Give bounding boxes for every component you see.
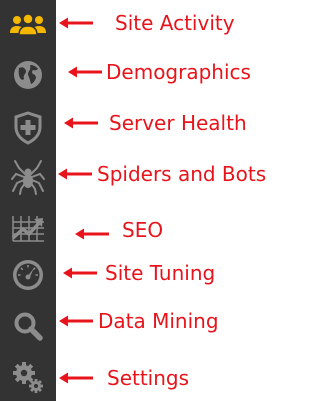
sidebar-item-site-tuning[interactable] <box>0 250 56 300</box>
annotation-label-site-activity: Site Activity <box>115 11 235 35</box>
globe-icon <box>14 61 42 89</box>
annotation-label-settings: Settings <box>107 366 190 390</box>
annotation-arrow-data-mining <box>59 315 93 327</box>
sidebar-item-data-mining[interactable] <box>0 301 56 351</box>
users-icon <box>10 13 46 36</box>
annotation-arrow-demographics <box>68 66 102 78</box>
annotation-label-data-mining: Data Mining <box>98 309 219 333</box>
spider-icon <box>11 160 45 195</box>
annotation-arrow-site-activity <box>59 17 93 29</box>
annotation-label-demographics: Demographics <box>106 60 251 84</box>
sidebar-item-spiders-and-bots[interactable] <box>0 152 56 202</box>
annotation-label-site-tuning: Site Tuning <box>105 261 216 285</box>
sidebar-item-demographics[interactable] <box>0 50 56 100</box>
annotation-label-spiders-and-bots: Spiders and Bots <box>97 162 267 186</box>
sidebar-item-seo[interactable] <box>0 204 56 254</box>
sidebar-nav <box>0 0 56 401</box>
sidebar-item-settings[interactable] <box>0 352 56 402</box>
sidebar-item-site-activity[interactable] <box>0 0 56 50</box>
annotation-label-seo: SEO <box>122 218 164 242</box>
annotation-arrow-seo <box>75 228 109 240</box>
annotation-arrow-server-health <box>64 117 98 129</box>
gears-icon <box>13 362 43 393</box>
speedometer-icon <box>13 260 43 290</box>
search-icon <box>14 312 43 341</box>
annotation-arrow-site-tuning <box>63 267 97 279</box>
shield-plus-icon <box>14 111 42 145</box>
annotation-label-server-health: Server Health <box>109 111 247 135</box>
chart-trend-icon <box>11 216 44 242</box>
sidebar-item-server-health[interactable] <box>0 103 56 153</box>
annotation-arrow-settings <box>59 372 93 384</box>
annotation-arrow-spiders-and-bots <box>58 168 92 180</box>
